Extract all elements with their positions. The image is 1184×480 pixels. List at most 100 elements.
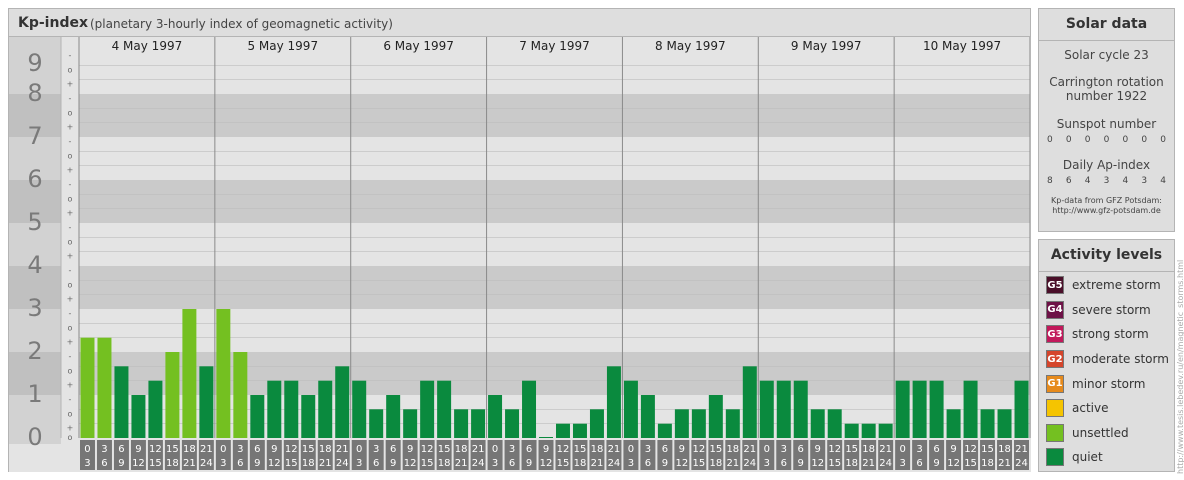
y-tick-label: 0 bbox=[27, 423, 42, 451]
kp-bar bbox=[691, 409, 706, 438]
y-minor-tick-label: - bbox=[69, 266, 72, 275]
day-label: 8 May 1997 bbox=[655, 39, 726, 53]
hour-label-end: 15 bbox=[285, 458, 298, 469]
kp-bar bbox=[369, 409, 384, 438]
hour-label-end: 3 bbox=[492, 458, 498, 469]
y-minor-tick-label: + bbox=[67, 295, 74, 304]
hour-label-start: 18 bbox=[183, 444, 196, 455]
day-label: 5 May 1997 bbox=[247, 39, 318, 53]
legend-item: quiet bbox=[1039, 445, 1174, 470]
hour-label-end: 9 bbox=[526, 458, 532, 469]
hour-label-end: 21 bbox=[726, 458, 739, 469]
legend-swatch bbox=[1046, 399, 1064, 418]
hour-label-end: 3 bbox=[220, 458, 226, 469]
hour-label-start: 21 bbox=[743, 444, 756, 455]
legend-item: unsettled bbox=[1039, 421, 1174, 446]
hour-label-start: 15 bbox=[709, 444, 722, 455]
ap-index-value: 6 bbox=[1065, 176, 1072, 186]
kp-bar bbox=[114, 366, 129, 438]
legend-swatch bbox=[1046, 423, 1064, 442]
hour-label-end: 24 bbox=[200, 458, 213, 469]
hour-label-end: 18 bbox=[302, 458, 315, 469]
kp-bar bbox=[572, 423, 587, 438]
y-tick-label: 1 bbox=[27, 380, 42, 408]
y-minor-tick-label: + bbox=[67, 381, 74, 390]
hour-label-start: 12 bbox=[964, 444, 977, 455]
hour-label-start: 12 bbox=[828, 444, 841, 455]
solar-data-title: Solar data bbox=[1039, 9, 1174, 41]
sunspot-value: 0 bbox=[1065, 135, 1072, 145]
hour-label-start: 9 bbox=[271, 444, 277, 455]
hour-label-start: 21 bbox=[879, 444, 892, 455]
ap-index-value: 3 bbox=[1141, 176, 1148, 186]
hour-label-start: 0 bbox=[492, 444, 498, 455]
kp-bar bbox=[250, 395, 265, 438]
kp-bar bbox=[216, 309, 231, 438]
kp-bar bbox=[80, 337, 95, 438]
hour-label-start: 15 bbox=[302, 444, 315, 455]
hour-label-end: 3 bbox=[764, 458, 770, 469]
kp-bar bbox=[589, 409, 604, 438]
kp-bar bbox=[386, 395, 401, 438]
y-minor-tick-label: + bbox=[67, 80, 74, 89]
hour-label-end: 12 bbox=[675, 458, 688, 469]
sunspot-values: 0 0 0 0 0 0 0 bbox=[1039, 135, 1174, 145]
hour-label-end: 3 bbox=[899, 458, 905, 469]
solar-data-panel: Solar data Solar cycle 23 Carrington rot… bbox=[1038, 8, 1175, 232]
kp-bar bbox=[267, 380, 282, 438]
hour-label-start: 0 bbox=[220, 444, 226, 455]
kp-bar bbox=[165, 352, 180, 438]
hour-label-start: 3 bbox=[781, 444, 787, 455]
sunspot-title: Sunspot number bbox=[1056, 117, 1157, 131]
hour-label-start: 6 bbox=[254, 444, 260, 455]
kp-bar bbox=[301, 395, 316, 438]
y-minor-tick-label: + bbox=[67, 166, 74, 175]
hour-label-start: 3 bbox=[237, 444, 243, 455]
hour-label-start: 6 bbox=[526, 444, 532, 455]
legend-swatch: G5 bbox=[1046, 276, 1064, 295]
hour-label-start: 18 bbox=[319, 444, 332, 455]
credit-link[interactable]: http://www.gfz-potsdam.de bbox=[1039, 206, 1174, 216]
hour-label-start: 18 bbox=[591, 444, 604, 455]
hour-label-end: 18 bbox=[574, 458, 587, 469]
legend-item: G4 severe storm bbox=[1039, 298, 1174, 323]
kp-bar bbox=[657, 423, 672, 438]
hour-label-start: 21 bbox=[472, 444, 485, 455]
hour-label-end: 9 bbox=[254, 458, 260, 469]
y-minor-tick-label: o bbox=[68, 433, 73, 442]
hour-label-end: 21 bbox=[455, 458, 468, 469]
y-minor-tick-label: - bbox=[69, 180, 72, 189]
kp-bar bbox=[454, 409, 469, 438]
y-minor-tick-label: o bbox=[68, 323, 73, 332]
hour-label-end: 15 bbox=[421, 458, 434, 469]
hour-label-end: 24 bbox=[743, 458, 756, 469]
hour-label-end: 21 bbox=[183, 458, 196, 469]
y-minor-tick-label: o bbox=[68, 194, 73, 203]
y-minor-tick-label: + bbox=[67, 424, 74, 433]
hour-label-end: 21 bbox=[862, 458, 875, 469]
hour-label-end: 9 bbox=[798, 458, 804, 469]
kp-bar bbox=[878, 423, 893, 438]
hour-label-end: 3 bbox=[356, 458, 362, 469]
hour-label-start: 18 bbox=[455, 444, 468, 455]
legend-swatch: G3 bbox=[1046, 325, 1064, 344]
hour-label-end: 18 bbox=[845, 458, 858, 469]
hour-label-start: 6 bbox=[390, 444, 396, 455]
kp-bar bbox=[963, 380, 978, 438]
hour-label-start: 21 bbox=[336, 444, 349, 455]
hour-label-start: 0 bbox=[84, 444, 90, 455]
sunspot-value: 0 bbox=[1047, 135, 1053, 145]
kp-bar bbox=[640, 395, 655, 438]
y-tick-label: 7 bbox=[27, 122, 42, 150]
y-minor-tick-label: + bbox=[67, 252, 74, 261]
y-minor-tick-label: - bbox=[69, 137, 72, 146]
activity-levels-title: Activity levels bbox=[1039, 240, 1174, 272]
hour-label-end: 21 bbox=[319, 458, 332, 469]
kp-bar bbox=[980, 409, 995, 438]
kp-bar bbox=[759, 380, 774, 438]
kp-bar bbox=[946, 409, 961, 438]
y-tick-label: 5 bbox=[27, 208, 42, 236]
kp-bar bbox=[742, 366, 757, 438]
solar-cycle-text: Solar cycle 23 bbox=[1064, 48, 1149, 62]
legend-swatch: G2 bbox=[1046, 350, 1064, 369]
